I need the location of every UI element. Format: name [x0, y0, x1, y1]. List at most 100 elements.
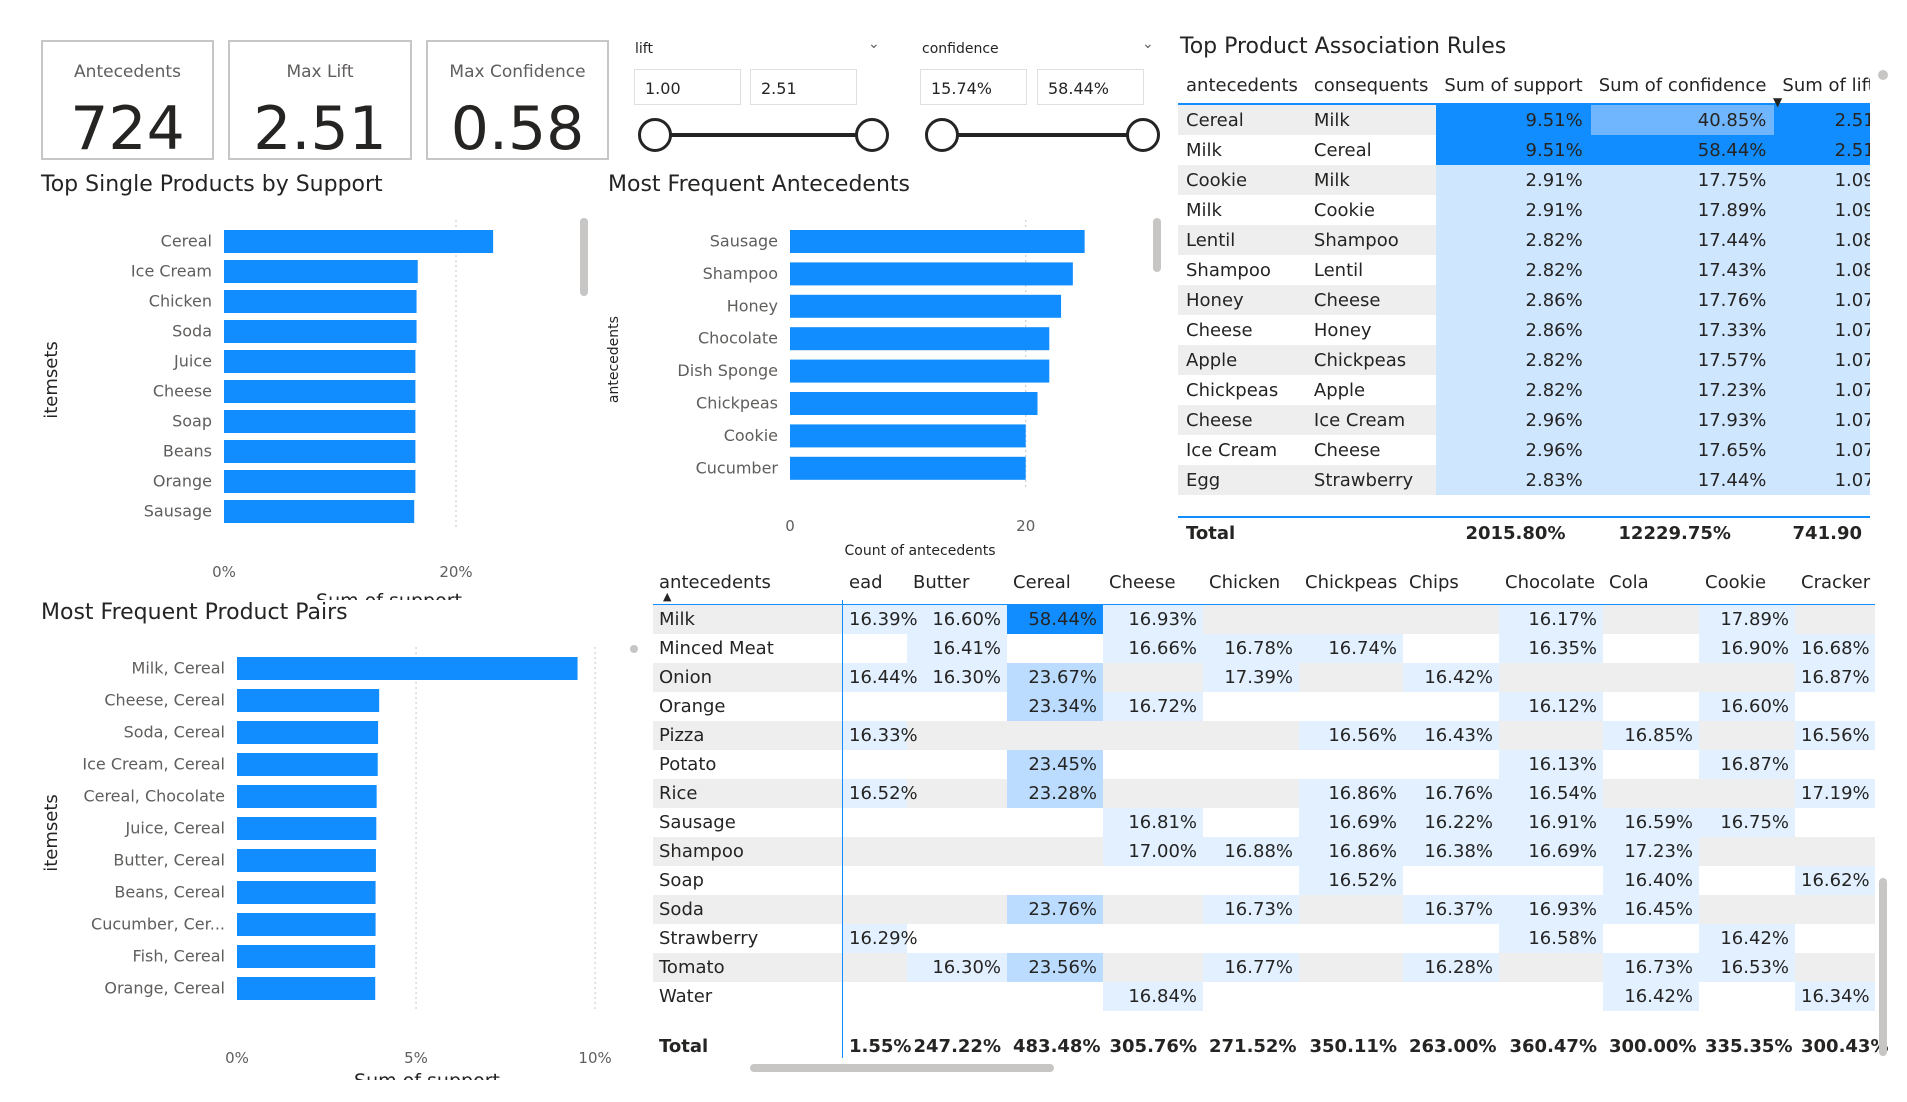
column-header[interactable]: Cereal — [1007, 562, 1103, 604]
bar[interactable] — [237, 881, 376, 904]
column-header[interactable]: consequents — [1306, 68, 1437, 104]
lift-min-input[interactable]: 1.00 — [634, 69, 741, 105]
bar[interactable] — [790, 392, 1038, 415]
table-row[interactable]: Lentil Shampoo 2.82% 17.44% 1.08 — [1178, 225, 1870, 255]
table-row[interactable]: Chickpeas Apple 2.82% 17.23% 1.07 — [1178, 375, 1870, 405]
table-cell — [1403, 865, 1499, 895]
table-row[interactable]: Honey Cheese 2.86% 17.76% 1.07 — [1178, 285, 1870, 315]
table-row[interactable]: Pizza 16.33% 16.56% 16.43% 16.85% 16.56% — [653, 720, 1875, 750]
bar[interactable] — [790, 424, 1026, 448]
table-row[interactable]: Milk Cookie 2.91% 17.89% 1.09 — [1178, 195, 1870, 225]
table-row[interactable]: Soap 16.52% 16.40% 16.62% — [653, 865, 1875, 895]
column-header[interactable]: Cola — [1603, 562, 1699, 604]
chart-scrollbar[interactable] — [580, 218, 588, 296]
table-cell: 16.69% — [1499, 836, 1603, 866]
chart-scrollbar[interactable] — [1153, 218, 1161, 272]
slider-handle-max[interactable] — [1126, 118, 1160, 152]
table-row[interactable]: Strawberry 16.29% 16.58% 16.42% — [653, 923, 1875, 953]
bar[interactable] — [790, 294, 1062, 318]
slider-handle-min[interactable] — [925, 118, 959, 152]
confidence-min-input[interactable]: 15.74% — [920, 69, 1027, 105]
table-cell: 16.54% — [1499, 778, 1603, 808]
bar[interactable] — [237, 689, 380, 712]
table-row[interactable]: Milk Cereal 9.51% 58.44% 2.51 — [1178, 135, 1870, 165]
column-header[interactable]: Cheese — [1103, 562, 1203, 604]
bar[interactable] — [224, 260, 418, 283]
antecedents-consequents-matrix[interactable]: antecedents ead Butter Cereal Cheese Chicken C… — [653, 562, 1875, 1032]
bar[interactable] — [237, 721, 379, 744]
column-header[interactable]: Cracker — [1795, 562, 1875, 604]
table-row[interactable]: Rice 16.52% 23.28% 16.86% 16.76% 16.54% 17.19% — [653, 778, 1875, 808]
table-row[interactable]: Cheese Ice Cream 2.96% 17.93% 1.07 — [1178, 405, 1870, 435]
table-row[interactable]: Ice Cream Cheese 2.96% 17.65% 1.07 — [1178, 435, 1870, 465]
bar[interactable] — [224, 500, 415, 523]
table-row[interactable]: Cookie Milk 2.91% 17.75% 1.09 — [1178, 165, 1870, 195]
column-header[interactable]: Chips — [1403, 562, 1499, 604]
more-options-icon[interactable] — [1878, 70, 1888, 80]
column-header[interactable]: Chicken — [1203, 562, 1299, 604]
bar[interactable] — [237, 657, 578, 680]
table-row[interactable]: Shampoo Lentil 2.82% 17.43% 1.08 — [1178, 255, 1870, 285]
table-row[interactable]: Egg Strawberry 2.83% 17.44% 1.07 — [1178, 465, 1870, 495]
table-row[interactable]: Orange 23.34% 16.72% 16.12% 16.60% — [653, 691, 1875, 721]
table-row[interactable]: Apple Chickpeas 2.82% 17.57% 1.07 — [1178, 345, 1870, 375]
column-header[interactable]: Sum of confidence — [1591, 68, 1775, 104]
bar[interactable] — [237, 753, 378, 776]
lift-max-input[interactable]: 2.51 — [750, 69, 857, 105]
bar[interactable] — [224, 380, 416, 403]
matrix-horizontal-scrollbar[interactable] — [750, 1064, 1054, 1072]
table-row[interactable]: Onion 16.44% 16.30% 23.67% 17.39% 16.42% 16.87… — [653, 662, 1875, 692]
bar[interactable] — [790, 327, 1050, 351]
bar[interactable] — [237, 849, 376, 872]
bar[interactable] — [224, 410, 416, 433]
column-header[interactable]: Butter — [907, 562, 1007, 604]
bar[interactable] — [224, 470, 416, 493]
bar[interactable] — [224, 230, 494, 253]
bar[interactable] — [237, 945, 376, 968]
bar[interactable] — [237, 817, 377, 840]
column-header[interactable]: ead — [843, 562, 907, 604]
chart-scrollbar[interactable] — [630, 645, 638, 653]
bar[interactable] — [790, 456, 1026, 480]
table-row[interactable]: Shampoo 17.00% 16.88% 16.86% 16.38% 16.69% 17.… — [653, 836, 1875, 866]
sort-asc-icon[interactable]: ▲ — [663, 590, 671, 603]
table-row[interactable]: Sausage 16.81% 16.69% 16.22% 16.91% 16.59% 16.… — [653, 807, 1875, 837]
bar[interactable] — [224, 440, 416, 463]
table-row[interactable]: Water 16.84% 16.42% 16.34% — [653, 981, 1875, 1011]
column-header[interactable]: antecedents — [1178, 68, 1306, 104]
table-cell: 17.23% — [1603, 836, 1699, 866]
bar[interactable] — [237, 785, 377, 808]
bar[interactable] — [237, 977, 376, 1000]
bar[interactable] — [790, 230, 1085, 253]
bar[interactable] — [237, 913, 376, 936]
table-row[interactable]: Cereal Milk 9.51% 40.85% 2.51 — [1178, 104, 1870, 135]
table-row[interactable]: Tomato 16.30% 23.56% 16.77% 16.28% 16.73% 16.5… — [653, 952, 1875, 982]
column-header[interactable]: Sum of lift — [1774, 68, 1870, 104]
table-row[interactable]: Milk 16.39% 16.60% 58.44% 16.93% 16.17% 17.89% — [653, 604, 1875, 634]
column-header[interactable]: Cookie — [1699, 562, 1795, 604]
table-row[interactable]: Potato 23.45% 16.13% 16.87% — [653, 749, 1875, 779]
category-label: Ice Cream — [131, 262, 212, 281]
table-row[interactable]: Cheese Honey 2.86% 17.33% 1.07 — [1178, 315, 1870, 345]
bar[interactable] — [790, 262, 1073, 286]
table-row[interactable]: Minced Meat 16.41% 16.66% 16.78% 16.74% 16.35… — [653, 633, 1875, 663]
table-cell: 16.84% — [1103, 981, 1203, 1011]
sort-desc-icon[interactable]: ▼ — [1773, 95, 1782, 109]
slider-handle-max[interactable] — [855, 118, 889, 152]
bar[interactable] — [224, 320, 417, 343]
chevron-down-icon[interactable]: ⌄ — [868, 36, 880, 52]
bar[interactable] — [224, 350, 416, 373]
bar[interactable] — [224, 290, 417, 313]
column-header[interactable]: Chickpeas — [1299, 562, 1403, 604]
matrix-vertical-scrollbar[interactable] — [1879, 878, 1887, 1056]
column-header[interactable]: Sum of support — [1436, 68, 1590, 104]
slider-handle-min[interactable] — [638, 118, 672, 152]
chevron-down-icon[interactable]: ⌄ — [1142, 36, 1154, 52]
association-rules-table[interactable]: antecedents consequents Sum of support Sum … — [1178, 68, 1870, 548]
column-header[interactable]: antecedents — [653, 562, 843, 604]
table-row[interactable]: Soda 23.76% 16.73% 16.37% 16.93% 16.45% — [653, 894, 1875, 924]
column-header[interactable]: Chocolate — [1499, 562, 1603, 604]
confidence-max-input[interactable]: 58.44% — [1037, 69, 1144, 105]
bar[interactable] — [790, 359, 1050, 383]
table-cell: 16.69% — [1299, 807, 1403, 837]
